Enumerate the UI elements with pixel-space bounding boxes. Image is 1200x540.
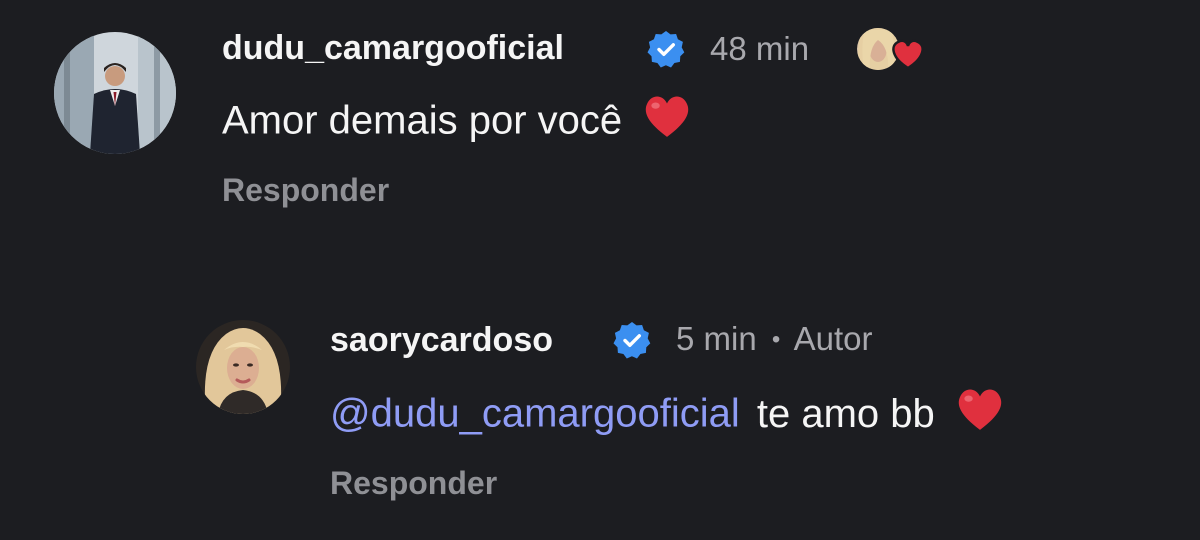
avatar-dudu-image [54,32,176,154]
comment-text: Amor demais por você [222,96,693,149]
comment-text-content: Amor demais por você [222,98,623,143]
heart-emoji-icon [954,384,1006,442]
comment-text-content: te amo bb [756,391,935,436]
reply-button[interactable]: Responder [222,170,389,210]
comment-time: 5 min [676,320,757,357]
meta-separator: • [771,326,781,353]
comment-time: 48 min [710,30,810,67]
comment-username[interactable]: saorycardoso [330,320,553,360]
mention-username: dudu_camargooficial [370,391,740,436]
avatar-saory[interactable] [196,320,290,414]
reply-button[interactable]: Responder [330,463,497,503]
comment-text: @dudu_camargooficial te amo bb [330,389,1006,442]
verified-badge-icon [646,29,686,69]
mention-link[interactable]: @dudu_camargooficial [330,392,740,436]
author-label: Autor [793,320,873,357]
avatar-saory-image [196,320,290,414]
mention-prefix: @ [330,391,371,436]
verified-badge-icon [612,320,652,360]
liked-by-author-icon [852,24,928,74]
avatar-dudu[interactable] [54,32,176,154]
heart-emoji-icon [641,91,693,149]
comment-meta: 5 min • Autor [676,319,873,360]
comment-username[interactable]: dudu_camargooficial [222,28,564,68]
